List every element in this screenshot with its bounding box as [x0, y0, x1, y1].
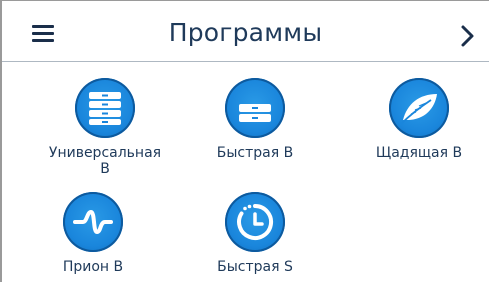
program-icon-circle — [63, 192, 123, 252]
prion-wave-icon — [73, 210, 113, 234]
next-page-button[interactable] — [456, 23, 478, 49]
program-label-line2: B — [100, 161, 110, 177]
program-label: Быстрая B — [180, 145, 330, 161]
program-icon-circle — [225, 192, 285, 252]
program-universal-b[interactable]: Универсальная B — [30, 78, 180, 177]
program-label-line1: Быстрая S — [217, 259, 293, 275]
program-quick-s[interactable]: Быстрая S — [180, 192, 330, 275]
chevron-right-icon — [461, 25, 474, 47]
program-label: Щадящая B — [344, 145, 489, 161]
program-label-line1: Прион B — [62, 259, 124, 275]
program-quick-b[interactable]: Быстрая B — [180, 78, 330, 161]
feather-icon — [400, 94, 437, 125]
stacked-trays-icon — [89, 92, 121, 125]
timer-icon — [237, 203, 274, 240]
program-label: Универсальная B — [30, 145, 180, 177]
program-label-line1: Универсальная — [48, 145, 162, 161]
double-tray-icon — [239, 104, 271, 122]
program-label-line1: Быстрая B — [216, 145, 294, 161]
program-icon-circle — [389, 78, 449, 138]
program-label: Прион B — [18, 259, 168, 275]
page-title: Программы — [168, 18, 323, 47]
header-bar: Программы — [2, 1, 489, 62]
program-gentle-b[interactable]: Щадящая B — [344, 78, 489, 161]
program-icon-circle — [75, 78, 135, 138]
program-prion-b[interactable]: Прион B — [18, 192, 168, 275]
program-label-line1: Щадящая B — [375, 145, 463, 161]
program-icon-circle — [225, 78, 285, 138]
program-label: Быстрая S — [180, 259, 330, 275]
